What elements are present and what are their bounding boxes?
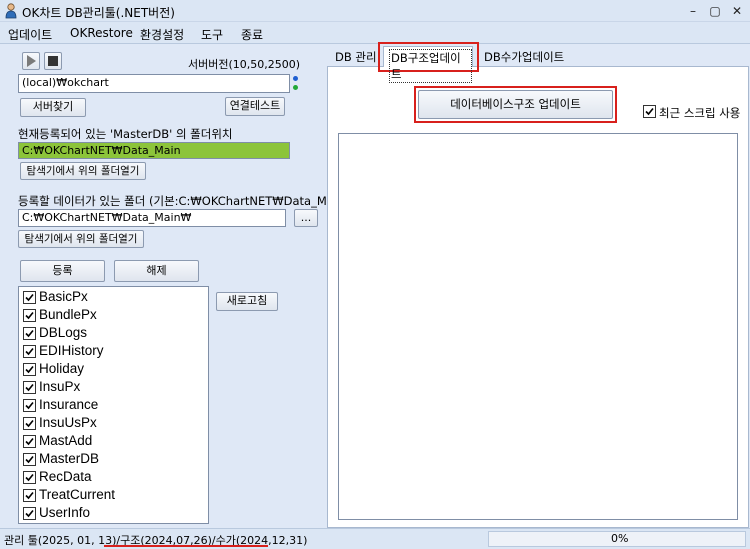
checkmark-icon: [25, 473, 34, 482]
db-item-label: RecData: [39, 469, 92, 484]
db-list-item[interactable]: BasicPx: [21, 288, 201, 306]
checkmark-icon: [25, 437, 34, 446]
menu-update[interactable]: 업데이트: [8, 26, 52, 43]
log-textarea[interactable]: [338, 133, 738, 520]
db-list-item[interactable]: RecData: [21, 468, 201, 486]
app-icon: [5, 3, 17, 19]
checkmark-icon: [25, 311, 34, 320]
db-item-checkbox[interactable]: [23, 417, 36, 430]
refresh-button[interactable]: 새로고침: [216, 292, 278, 311]
db-list-item[interactable]: DBLogs: [21, 324, 201, 342]
register-button[interactable]: 등록: [20, 260, 105, 282]
db-item-label: TreatCurrent: [39, 487, 116, 502]
recent-script-label: 최근 스크립 사용: [659, 106, 741, 120]
stop-icon: [48, 56, 58, 66]
data-folder-input[interactable]: C:₩OKChartNET₩Data_Main₩: [18, 209, 286, 227]
db-checklist: BasicPx BundlePx DBLogs EDIHistory Holiday In…: [18, 286, 209, 524]
db-list-item[interactable]: Insurance: [21, 396, 201, 414]
unregister-button[interactable]: 해제: [114, 260, 199, 282]
db-item-checkbox[interactable]: [23, 291, 36, 304]
checkmark-icon: [25, 491, 34, 500]
db-item-checkbox[interactable]: [23, 453, 36, 466]
db-item-checkbox[interactable]: [23, 435, 36, 448]
db-list-item[interactable]: Holiday: [21, 360, 201, 378]
status-bar: 관리 툴(2025, 01, 13)/구조(2024,07,26)/수가(202…: [0, 528, 750, 549]
checkmark-icon: [25, 401, 34, 410]
db-item-checkbox[interactable]: [23, 363, 36, 376]
tab-db-fee-update[interactable]: DB수가업데이트: [484, 49, 564, 65]
find-server-button[interactable]: 서버찾기: [20, 98, 86, 117]
db-list-item[interactable]: TreatCurrent: [21, 486, 201, 504]
db-item-checkbox[interactable]: [23, 381, 36, 394]
db-list-item[interactable]: MasterDB: [21, 450, 201, 468]
update-db-structure-button[interactable]: 데이터베이스구조 업데이트: [418, 90, 613, 119]
menu-settings[interactable]: 환경설정: [140, 26, 184, 43]
restore-button[interactable]: ▢: [704, 2, 726, 20]
db-list-item[interactable]: EDIHistory: [21, 342, 201, 360]
checkmark-icon: [25, 509, 34, 518]
close-button[interactable]: ✕: [726, 2, 748, 20]
title-bar: OK차트 DB관리툴(.NET버전) – ▢ ✕: [0, 0, 750, 22]
db-list-item[interactable]: UserInfo: [21, 504, 201, 522]
checkmark-icon: [25, 347, 34, 356]
db-item-checkbox[interactable]: [23, 507, 36, 520]
tab-db-manage[interactable]: DB 관리: [335, 49, 377, 65]
master-db-path: C:₩OKChartNET₩Data_Main: [18, 142, 290, 159]
db-item-label: Holiday: [39, 361, 85, 376]
checkmark-icon: [645, 107, 654, 116]
db-item-checkbox[interactable]: [23, 345, 36, 358]
db-list-item[interactable]: BundlePx: [21, 306, 201, 324]
db-list-item[interactable]: InsuPx: [21, 378, 201, 396]
db-item-label: UserInfo: [39, 505, 91, 520]
db-list-item[interactable]: MastAdd: [21, 432, 201, 450]
tab-db-structure-update[interactable]: DB구조업데이트: [383, 46, 473, 83]
db-item-label: EDIHistory: [39, 343, 104, 358]
db-item-label: MastAdd: [39, 433, 93, 448]
db-item-label: MasterDB: [39, 451, 100, 466]
progress-bar: 0%: [488, 531, 746, 547]
open-explorer-button-1[interactable]: 탐색기에서 위의 폴더열기: [20, 162, 146, 180]
db-item-label: Insurance: [39, 397, 99, 412]
db-item-checkbox[interactable]: [23, 489, 36, 502]
status-underline: [104, 545, 268, 547]
menu-okrestore[interactable]: OKRestore: [70, 26, 133, 40]
stop-button[interactable]: [44, 52, 62, 70]
data-folder-label: 등록할 데이터가 있는 폴더 (기본:C:₩OKChartNET₩Data_Ma…: [18, 194, 349, 208]
status-dot-blue: [293, 76, 298, 81]
menu-bar: 업데이트 OKRestore 환경설정 도구 종료: [0, 22, 750, 44]
status-tool-version: 관리 툴(2025, 01, 13): [4, 534, 117, 547]
db-item-checkbox[interactable]: [23, 327, 36, 340]
checkmark-icon: [25, 329, 34, 338]
server-version-label: 서버버전(10,50,2500): [188, 58, 301, 71]
menu-exit[interactable]: 종료: [241, 26, 263, 43]
play-icon: [27, 55, 36, 67]
checkmark-icon: [25, 383, 34, 392]
db-list-item[interactable]: InsuUsPx: [21, 414, 201, 432]
checkmark-icon: [25, 293, 34, 302]
db-item-label: InsuUsPx: [39, 415, 97, 430]
checkmark-icon: [25, 365, 34, 374]
db-item-label: InsuPx: [39, 379, 81, 394]
db-item-checkbox[interactable]: [23, 309, 36, 322]
play-button[interactable]: [22, 52, 40, 70]
status-dot-green: [293, 85, 298, 90]
checkmark-icon: [25, 419, 34, 428]
db-item-label: BasicPx: [39, 289, 88, 304]
progress-text: 0%: [611, 532, 629, 545]
db-item-checkbox[interactable]: [23, 471, 36, 484]
minimize-button[interactable]: –: [682, 2, 704, 20]
server-input[interactable]: (local)₩okchart: [18, 74, 290, 93]
test-connection-button[interactable]: 연결테스트: [225, 97, 285, 116]
open-explorer-button-2[interactable]: 탐색기에서 위의 폴더열기: [18, 230, 144, 248]
tab-db-structure-update-label: DB구조업데이트: [389, 49, 472, 83]
recent-script-checkbox[interactable]: [643, 105, 656, 118]
db-item-label: BundlePx: [39, 307, 97, 322]
menu-tools[interactable]: 도구: [201, 26, 223, 43]
db-item-checkbox[interactable]: [23, 399, 36, 412]
db-item-label: DBLogs: [39, 325, 88, 340]
checkmark-icon: [25, 455, 34, 464]
browse-button[interactable]: ...: [294, 209, 318, 227]
master-db-label: 현재등록되어 있는 'MasterDB' 의 폴더위치: [18, 127, 233, 141]
window-title: OK차트 DB관리툴(.NET버전): [22, 6, 175, 20]
